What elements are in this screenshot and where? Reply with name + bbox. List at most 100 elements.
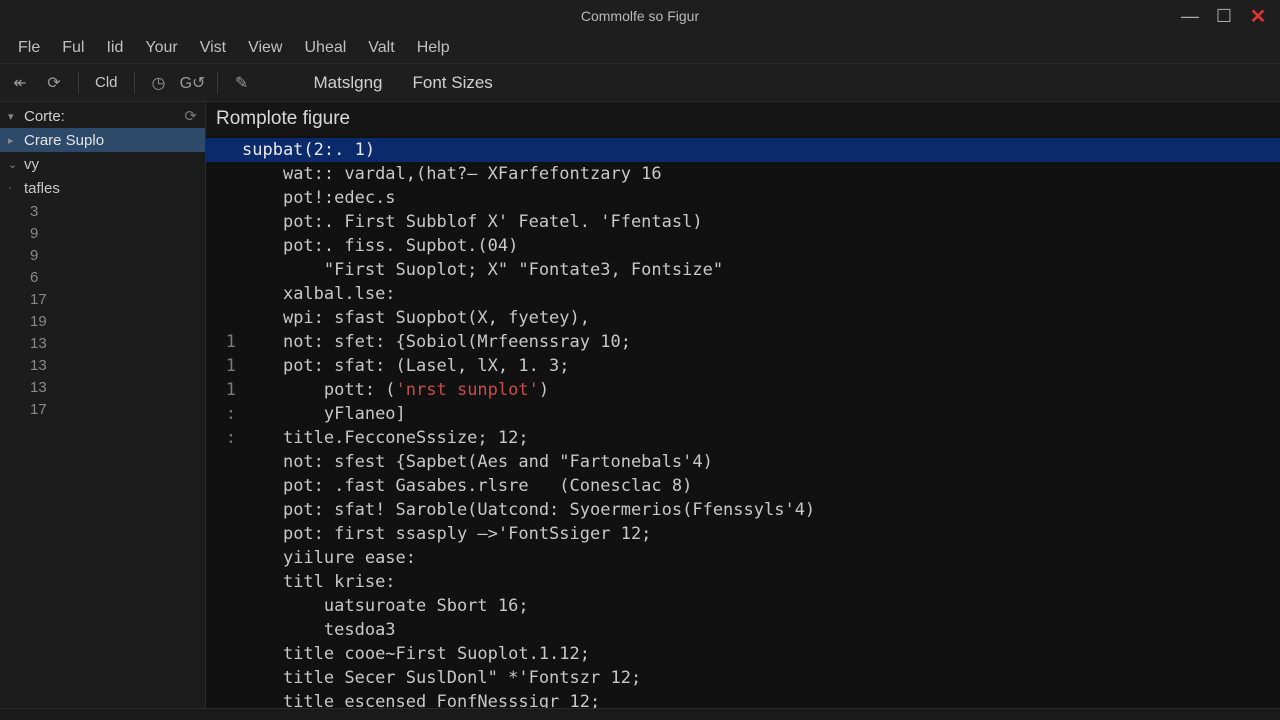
code-line[interactable]: yiilure ease: [206,546,1280,570]
gutter-mark [220,306,236,330]
window-title: Commolfe so Figur [581,8,699,24]
menu-uheal[interactable]: Uheal [294,35,356,61]
maximize-button[interactable]: ☐ [1214,6,1234,26]
gutter-mark [220,450,236,474]
sidebar-item-crare-suplo[interactable]: ▸ Crare Suplo [0,128,205,152]
sidebar-item-label: vy [24,156,39,173]
line-number: 17 [12,288,205,310]
sidebar-item-vy[interactable]: ⌄ vy [0,152,205,176]
sidebar-line-numbers: 3 9 9 6 17 19 13 13 13 17 [0,200,205,420]
gutter-mark [220,474,236,498]
statusbar [0,708,1280,720]
separator [78,72,79,94]
code-line[interactable]: tesdoa3 [206,618,1280,642]
chevron-down-icon: ▾ [8,110,18,123]
editor-title: Romplote figure [206,102,1280,136]
code-line[interactable]: pot:. First Subblof X' Featel. 'Ffentasl… [206,210,1280,234]
gutter-mark: : [220,426,236,450]
editor[interactable]: Romplote figure supbat(2:. 1) wat:: vard… [206,102,1280,708]
code-line[interactable]: 1 pott: ('nrst sunplot') [206,378,1280,402]
code-line[interactable]: pot:. fiss. Supbot.(04) [206,234,1280,258]
gutter-mark [220,594,236,618]
menubar: Fle Ful Iid Your Vist View Uheal Valt He… [0,32,1280,64]
separator [217,72,218,94]
menu-valt[interactable]: Valt [358,35,404,61]
gutter-mark [220,258,236,282]
gutter-mark [220,498,236,522]
code-line[interactable]: : yFlaneo] [206,402,1280,426]
code-line[interactable]: 1 pot: sfat: (Lasel, lX, 1. 3; [206,354,1280,378]
gutter-mark: 1 [220,330,236,354]
code-line[interactable]: title cooe~First Suoplot.1.12; [206,642,1280,666]
chevron-down-icon: ⌄ [8,158,18,171]
gutter-mark [220,642,236,666]
code-line[interactable]: uatsuroate Sbort 16; [206,594,1280,618]
code-line[interactable]: : title.FecconeSssize; 12; [206,426,1280,450]
code-line[interactable]: xalbal.lse: [206,282,1280,306]
code-body[interactable]: supbat(2:. 1) wat:: vardal,(hat?— XFarfe… [206,136,1280,708]
tab-font-sizes[interactable]: Font Sizes [403,69,503,97]
gutter-mark [220,666,236,690]
code-line[interactable]: title Secer SuslDonl" *'Fontszr 12; [206,666,1280,690]
line-number: 3 [12,200,205,222]
close-button[interactable]: ✕ [1248,6,1268,26]
line-number: 13 [12,376,205,398]
gutter-mark [220,282,236,306]
gutter-mark [220,522,236,546]
code-line[interactable]: "First Suoplot; X" "Fontate3, Fontsize" [206,258,1280,282]
code-line[interactable]: pot: sfat! Saroble(Uatcond: Syoermerios(… [206,498,1280,522]
history-2-icon[interactable]: G↺ [181,71,205,95]
code-line[interactable]: title escensed FonfNesssigr 12; [206,690,1280,708]
token-string: 'nrst sunplot' [396,378,539,402]
sidebar-item-tafles[interactable]: · tafles [0,176,205,200]
menu-ful[interactable]: Ful [52,35,94,61]
gutter-mark [220,162,236,186]
gutter-mark: 1 [220,378,236,402]
code-line[interactable]: pot!:edec.s [206,186,1280,210]
code-line[interactable]: wat:: vardal,(hat?— XFarfefontzary 16 [206,162,1280,186]
line-number: 19 [12,310,205,332]
sidebar-item-label: tafles [24,180,60,197]
separator [134,72,135,94]
main-area: ▾ Corte: ⟳ ▸ Crare Suplo ⌄ vy · tafles 3… [0,102,1280,708]
gutter-mark [220,138,236,162]
sidebar-header-icon: ⟳ [184,107,197,125]
toolbar: ↞ ⟳ Cld ◷ G↺ ✎ Matslgng Font Sizes [0,64,1280,102]
sidebar-item-label: Crare Suplo [24,132,104,149]
sidebar-header-label: Corte: [24,108,65,125]
titlebar: Commolfe so Figur — ☐ ✕ [0,0,1280,32]
back-arrow-icon[interactable]: ↞ [8,71,32,95]
code-line[interactable]: pot: first ssasply —>'FontSsiger 12; [206,522,1280,546]
tab-matslgng[interactable]: Matslgng [304,69,393,97]
line-number: 13 [12,354,205,376]
sidebar-header[interactable]: ▾ Corte: ⟳ [0,104,205,128]
menu-iid[interactable]: Iid [96,35,133,61]
gutter-mark [220,186,236,210]
gutter-mark [220,234,236,258]
history-icon[interactable]: ◷ [147,71,171,95]
line-number: 9 [12,244,205,266]
code-line[interactable]: titl krise: [206,570,1280,594]
minimize-button[interactable]: — [1180,6,1200,26]
menu-vist[interactable]: Vist [190,35,236,61]
menu-help[interactable]: Help [407,35,460,61]
code-line[interactable]: wpi: sfast Suopbot(X, fyetey), [206,306,1280,330]
dot-icon: · [8,182,18,194]
menu-file[interactable]: Fle [8,35,50,61]
gutter-mark: 1 [220,354,236,378]
toolbar-cld[interactable]: Cld [91,74,122,91]
menu-your[interactable]: Your [135,35,187,61]
gutter-mark [220,546,236,570]
menu-view[interactable]: View [238,35,292,61]
gutter-mark [220,618,236,642]
refresh-icon[interactable]: ⟳ [42,71,66,95]
code-line[interactable]: pot: .fast Gasabes.rlsre (Conesclac 8) [206,474,1280,498]
code-line[interactable]: not: sfest {Sapbet(Aes and "Fartonebals'… [206,450,1280,474]
code-line[interactable]: supbat(2:. 1) [206,138,1280,162]
gutter-mark [220,690,236,708]
code-line[interactable]: 1 not: sfet: {Sobiol(Mrfeenssray 10; [206,330,1280,354]
line-number: 13 [12,332,205,354]
marker-icon[interactable]: ✎ [230,71,254,95]
gutter-mark: : [220,402,236,426]
line-number: 17 [12,398,205,420]
